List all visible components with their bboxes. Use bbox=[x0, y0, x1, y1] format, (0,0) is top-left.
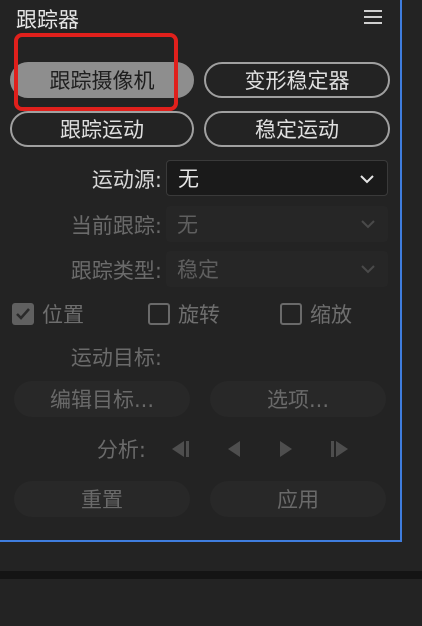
motion-target-label: 运动目标: bbox=[70, 346, 162, 370]
stabilize-motion-button[interactable]: 稳定运动 bbox=[204, 111, 390, 147]
chevron-down-icon bbox=[361, 220, 375, 229]
scale-checkbox[interactable] bbox=[280, 303, 302, 325]
track-type-label: 跟踪类型: bbox=[70, 259, 162, 283]
panel-title: 跟踪器 bbox=[16, 8, 79, 32]
position-checkbox-row[interactable]: 位置 bbox=[12, 299, 84, 329]
hamburger-menu-icon[interactable] bbox=[364, 10, 382, 26]
scale-checkbox-row[interactable]: 缩放 bbox=[280, 299, 352, 329]
rotation-checkbox-row[interactable]: 旋转 bbox=[148, 299, 220, 329]
track-type-select[interactable]: 稳定 bbox=[166, 251, 388, 287]
analyze-forward-all-icon[interactable] bbox=[328, 438, 352, 460]
analyze-backward-all-icon[interactable] bbox=[168, 438, 192, 460]
reset-button[interactable]: 重置 bbox=[14, 481, 190, 517]
current-track-label: 当前跟踪: bbox=[70, 214, 162, 238]
track-camera-button[interactable]: 跟踪摄像机 bbox=[10, 62, 194, 98]
current-track-select[interactable]: 无 bbox=[166, 206, 388, 242]
chevron-down-icon bbox=[361, 265, 375, 274]
track-type-value: 稳定 bbox=[177, 258, 219, 282]
chevron-down-icon bbox=[360, 175, 374, 184]
scale-label: 缩放 bbox=[310, 303, 352, 327]
analyze-forward-frame-icon[interactable] bbox=[274, 438, 298, 460]
checkmark-icon bbox=[16, 308, 30, 320]
position-checkbox[interactable] bbox=[12, 303, 34, 325]
current-track-value: 无 bbox=[177, 213, 198, 237]
warp-stabilizer-button[interactable]: 变形稳定器 bbox=[204, 62, 390, 98]
motion-source-value: 无 bbox=[178, 167, 199, 191]
position-label: 位置 bbox=[42, 303, 84, 327]
track-motion-button[interactable]: 跟踪运动 bbox=[10, 111, 194, 147]
edit-target-button[interactable]: 编辑目标... bbox=[14, 381, 190, 417]
motion-source-label: 运动源: bbox=[91, 168, 162, 192]
tracker-panel: 跟踪器 跟踪摄像机 变形稳定器 跟踪运动 稳定运动 运动源: 无 当前跟踪: 无… bbox=[0, 0, 402, 542]
rotation-checkbox[interactable] bbox=[148, 303, 170, 325]
analyze-backward-frame-icon[interactable] bbox=[222, 438, 246, 460]
apply-button[interactable]: 应用 bbox=[210, 481, 386, 517]
motion-source-select[interactable]: 无 bbox=[166, 160, 388, 196]
panel-divider bbox=[0, 571, 422, 579]
rotation-label: 旋转 bbox=[178, 303, 220, 327]
options-button[interactable]: 选项... bbox=[210, 381, 386, 417]
analyze-label: 分析: bbox=[96, 438, 146, 462]
